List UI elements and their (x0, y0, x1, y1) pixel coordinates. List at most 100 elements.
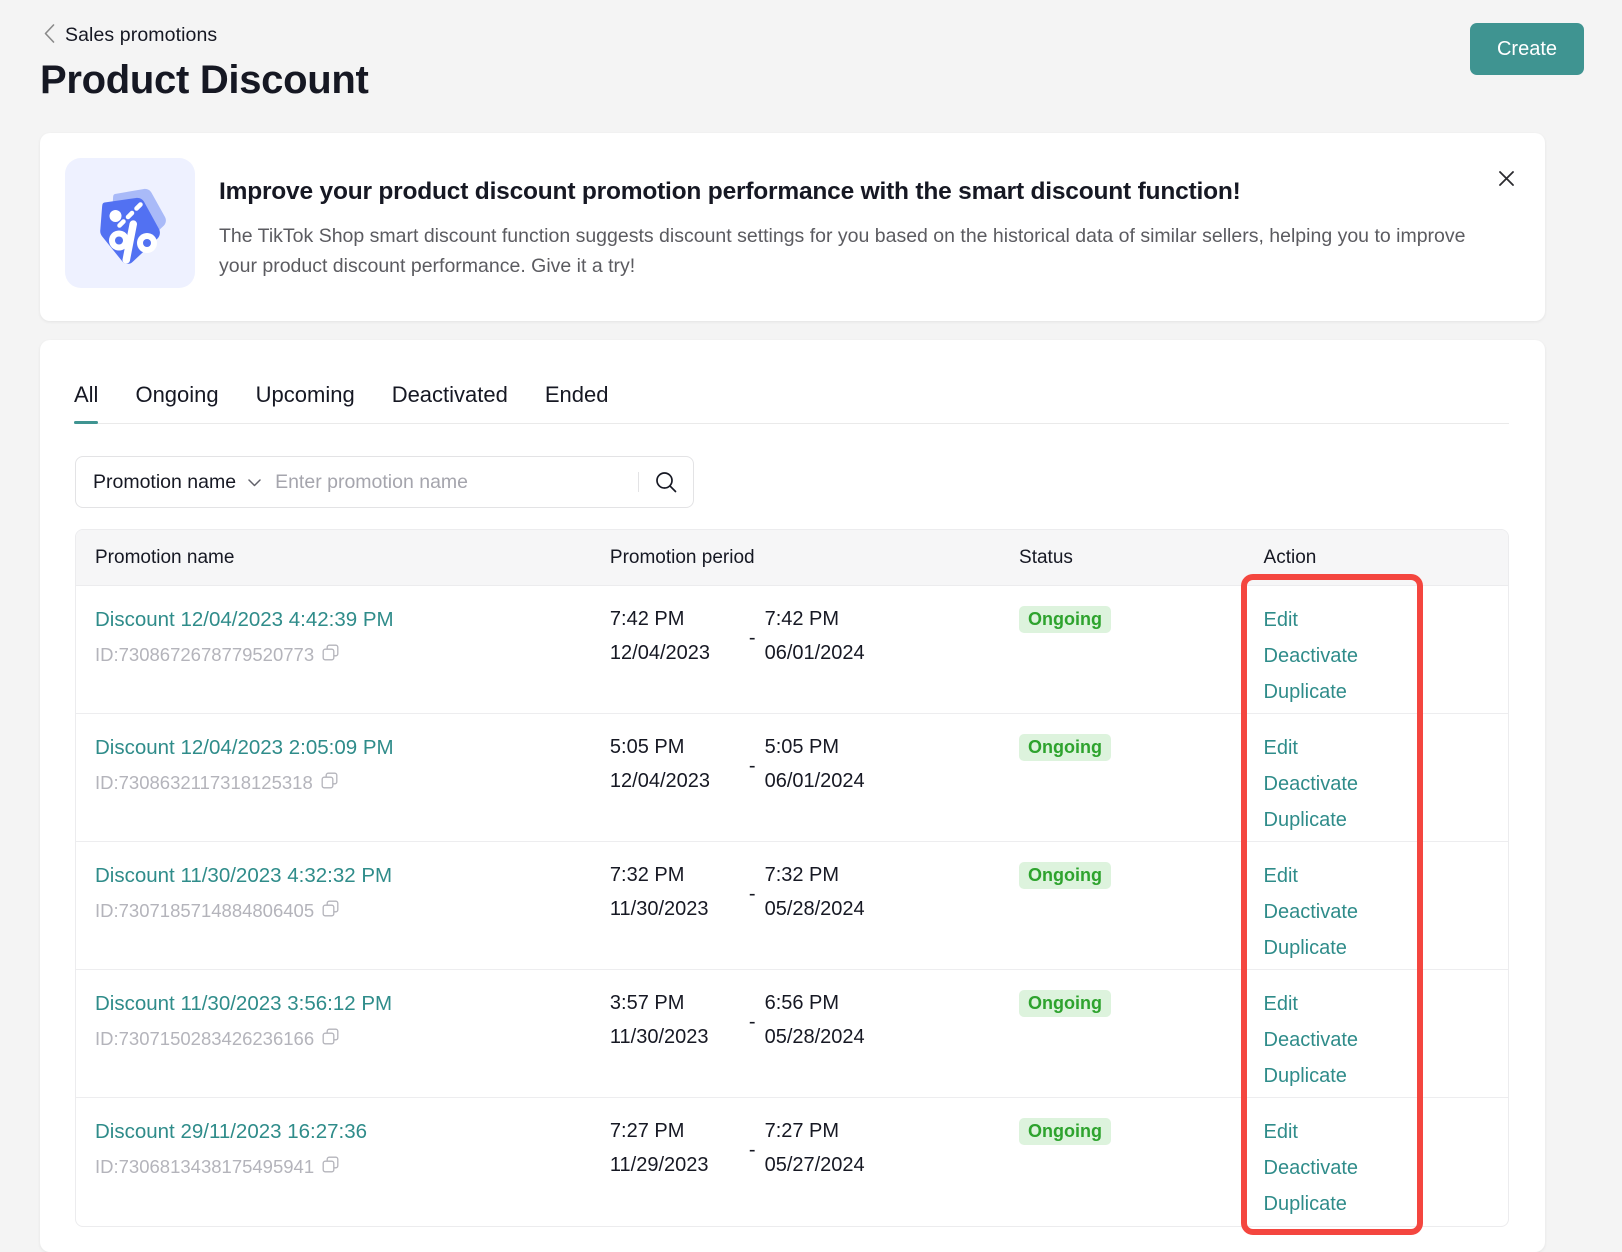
create-button[interactable]: Create (1470, 23, 1584, 75)
promotion-id: ID:7308672678779520773 (95, 644, 314, 666)
cell-status: Ongoing (1019, 1118, 1263, 1145)
period-end-time: 6:56 PM (765, 990, 915, 1016)
cell-status: Ongoing (1019, 990, 1263, 1017)
period-start-date: 11/30/2023 (610, 1024, 740, 1050)
promotion-id-row: ID:7308672678779520773 (95, 644, 610, 666)
promotions-table: Promotion name Promotion period Status A… (75, 529, 1509, 1227)
promotion-name-link[interactable]: Discount 12/04/2023 4:42:39 PM (95, 606, 610, 634)
period-end-date: 06/01/2024 (765, 640, 915, 666)
copy-icon[interactable] (322, 900, 339, 922)
close-icon[interactable] (1494, 166, 1518, 190)
promotion-id-row: ID:7308632117318125318 (95, 772, 610, 794)
tab-ongoing[interactable]: Ongoing (135, 382, 218, 423)
search-bar: Promotion name (75, 456, 694, 508)
promotion-id-row: ID:7307150283426236166 (95, 1028, 610, 1050)
duplicate-link[interactable]: Duplicate (1264, 678, 1508, 707)
duplicate-link[interactable]: Duplicate (1264, 934, 1508, 963)
cell-action: Edit Deactivate Duplicate (1264, 606, 1508, 707)
cell-action: Edit Deactivate Duplicate (1264, 1118, 1508, 1219)
breadcrumb[interactable]: Sales promotions (44, 24, 217, 47)
promotion-id: ID:7306813438175495941 (95, 1156, 314, 1178)
tab-upcoming[interactable]: Upcoming (256, 382, 355, 423)
deactivate-link[interactable]: Deactivate (1264, 642, 1508, 671)
tab-deactivated[interactable]: Deactivated (392, 382, 508, 423)
period-separator: - (749, 627, 756, 650)
search-filter-select[interactable]: Promotion name (76, 471, 261, 494)
table-row: Discount 11/30/2023 4:32:32 PM ID:7307185… (76, 842, 1508, 970)
edit-link[interactable]: Edit (1264, 1118, 1508, 1147)
deactivate-link[interactable]: Deactivate (1264, 770, 1508, 799)
column-header-action: Action (1264, 547, 1508, 569)
edit-link[interactable]: Edit (1264, 734, 1508, 763)
promotion-name-link[interactable]: Discount 11/30/2023 4:32:32 PM (95, 862, 610, 890)
cell-status: Ongoing (1019, 606, 1263, 633)
chevron-down-icon (248, 475, 261, 489)
copy-icon[interactable] (322, 1028, 339, 1050)
cell-status: Ongoing (1019, 734, 1263, 761)
period-start-time: 7:27 PM (610, 1118, 740, 1144)
promotion-id-row: ID:7307185714884806405 (95, 900, 610, 922)
cell-action: Edit Deactivate Duplicate (1264, 734, 1508, 835)
deactivate-link[interactable]: Deactivate (1264, 1154, 1508, 1183)
status-badge: Ongoing (1019, 734, 1111, 761)
deactivate-link[interactable]: Deactivate (1264, 1026, 1508, 1055)
product-discount-page: Sales promotions Product Discount Create (0, 0, 1622, 1252)
promotion-id: ID:7308632117318125318 (95, 772, 313, 794)
search-input[interactable] (261, 471, 638, 494)
table-body: Discount 12/04/2023 4:42:39 PM ID:7308672… (76, 586, 1508, 1226)
period-start-date: 11/30/2023 (610, 896, 740, 922)
period-end-date: 05/27/2024 (765, 1152, 915, 1178)
period-start-time: 5:05 PM (610, 734, 740, 760)
period-start-time: 7:32 PM (610, 862, 740, 888)
status-badge: Ongoing (1019, 990, 1111, 1017)
promotions-card: All Ongoing Upcoming Deactivated Ended P… (40, 340, 1545, 1252)
chevron-left-icon (44, 24, 55, 47)
period-separator: - (749, 1139, 756, 1162)
period-start-date: 11/29/2023 (610, 1152, 740, 1178)
table-row: Discount 12/04/2023 2:05:09 PM ID:7308632… (76, 714, 1508, 842)
tab-ended[interactable]: Ended (545, 382, 609, 423)
cell-promotion-period: 7:27 PM 11/29/2023-7:27 PM 05/27/2024 (610, 1118, 1019, 1178)
duplicate-link[interactable]: Duplicate (1264, 1190, 1508, 1219)
cell-action: Edit Deactivate Duplicate (1264, 862, 1508, 963)
discount-tag-percent-icon (65, 158, 195, 288)
period-start-date: 12/04/2023 (610, 640, 740, 666)
status-badge: Ongoing (1019, 606, 1111, 633)
period-end-date: 05/28/2024 (765, 1024, 915, 1050)
cell-promotion-period: 3:57 PM 11/30/2023-6:56 PM 05/28/2024 (610, 990, 1019, 1050)
edit-link[interactable]: Edit (1264, 990, 1508, 1019)
promotion-name-link[interactable]: Discount 12/04/2023 2:05:09 PM (95, 734, 610, 762)
edit-link[interactable]: Edit (1264, 862, 1508, 891)
copy-icon[interactable] (322, 1156, 339, 1178)
edit-link[interactable]: Edit (1264, 606, 1508, 635)
period-separator: - (749, 1011, 756, 1034)
cell-promotion-name: Discount 11/30/2023 4:32:32 PM ID:7307185… (76, 862, 610, 922)
cell-action: Edit Deactivate Duplicate (1264, 990, 1508, 1091)
promotion-name-link[interactable]: Discount 11/30/2023 3:56:12 PM (95, 990, 610, 1018)
promotion-id-row: ID:7306813438175495941 (95, 1156, 610, 1178)
duplicate-link[interactable]: Duplicate (1264, 1062, 1508, 1091)
duplicate-link[interactable]: Duplicate (1264, 806, 1508, 835)
period-separator: - (749, 755, 756, 778)
column-header-promotion-period: Promotion period (610, 547, 1019, 569)
promotion-id: ID:7307185714884806405 (95, 900, 314, 922)
cell-promotion-name: Discount 12/04/2023 4:42:39 PM ID:7308672… (76, 606, 610, 666)
search-icon[interactable] (639, 457, 693, 507)
banner-description: The TikTok Shop smart discount function … (219, 221, 1504, 281)
copy-icon[interactable] (321, 772, 338, 794)
deactivate-link[interactable]: Deactivate (1264, 898, 1508, 927)
period-start-time: 7:42 PM (610, 606, 740, 632)
copy-icon[interactable] (322, 644, 339, 666)
period-end-date: 06/01/2024 (765, 768, 915, 794)
period-start-time: 3:57 PM (610, 990, 740, 1016)
status-tabs: All Ongoing Upcoming Deactivated Ended (74, 382, 1509, 424)
table-row: Discount 11/30/2023 3:56:12 PM ID:7307150… (76, 970, 1508, 1098)
cell-promotion-name: Discount 12/04/2023 2:05:09 PM ID:7308632… (76, 734, 610, 794)
period-end-time: 7:27 PM (765, 1118, 915, 1144)
period-separator: - (749, 883, 756, 906)
promotion-name-link[interactable]: Discount 29/11/2023 16:27:36 (95, 1118, 610, 1146)
tab-all[interactable]: All (74, 382, 98, 423)
cell-promotion-period: 5:05 PM12/04/2023-5:05 PM06/01/2024 (610, 734, 1019, 794)
cell-status: Ongoing (1019, 862, 1263, 889)
period-end-time: 7:32 PM (765, 862, 915, 888)
